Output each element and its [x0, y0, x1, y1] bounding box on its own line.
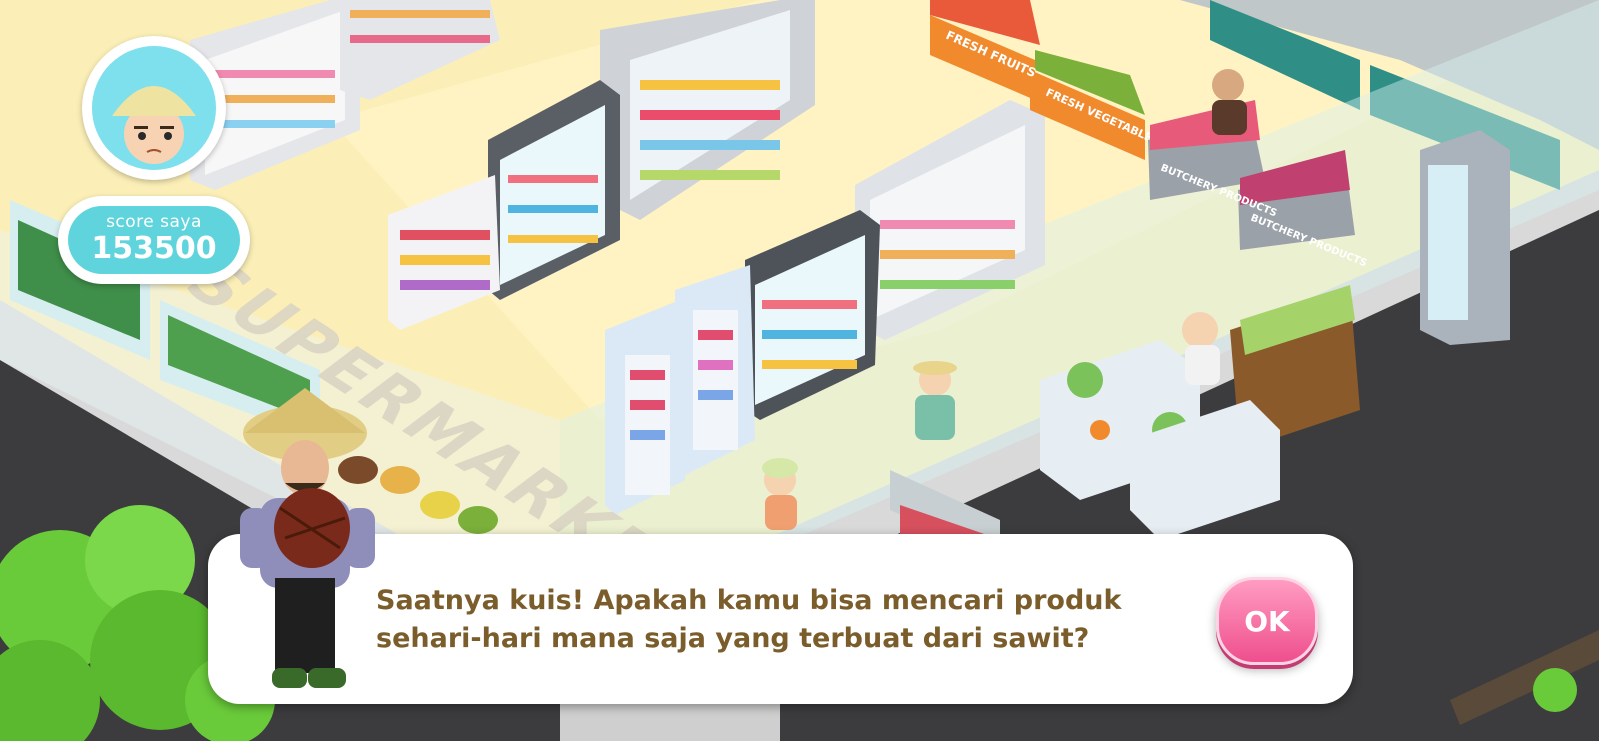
shelf-unit [600, 0, 815, 220]
farmer-avatar-icon [92, 46, 216, 170]
freezer-unit [605, 300, 685, 515]
score-display: score saya 153500 [58, 196, 250, 284]
dialog-line-2: sehari-hari mana saja yang terbuat dari … [376, 623, 1090, 654]
shopper-character [762, 458, 798, 530]
shelf-unit [388, 175, 500, 330]
score-label: score saya [106, 212, 202, 232]
shopper-character [913, 361, 957, 440]
shelf-unit [745, 210, 880, 420]
freezer-unit [675, 265, 755, 475]
dialog-message: Saatnya kuis! Apakah kamu bisa mencari p… [376, 582, 1136, 658]
ok-button[interactable]: OK [1216, 577, 1318, 665]
farmer-character [240, 388, 375, 688]
game-scene: FRESH FRUITS FRESH VEGETABLES BUTCHERY P… [0, 0, 1599, 741]
shelf-unit [488, 80, 620, 300]
drink-fridge [1420, 130, 1510, 345]
player-avatar[interactable] [82, 36, 226, 180]
butchery-counter: BUTCHERY PRODUCTS BUTCHERY PRODUCTS [1148, 100, 1368, 269]
shopper-character [1212, 69, 1247, 135]
shelf-unit [340, 0, 500, 100]
shelf-unit [855, 100, 1045, 340]
fence [1450, 630, 1599, 725]
shopper-character [1182, 312, 1220, 385]
dialog-line-1: Saatnya kuis! Apakah kamu bisa mencari p… [376, 585, 1122, 616]
score-value: 153500 [91, 231, 217, 266]
